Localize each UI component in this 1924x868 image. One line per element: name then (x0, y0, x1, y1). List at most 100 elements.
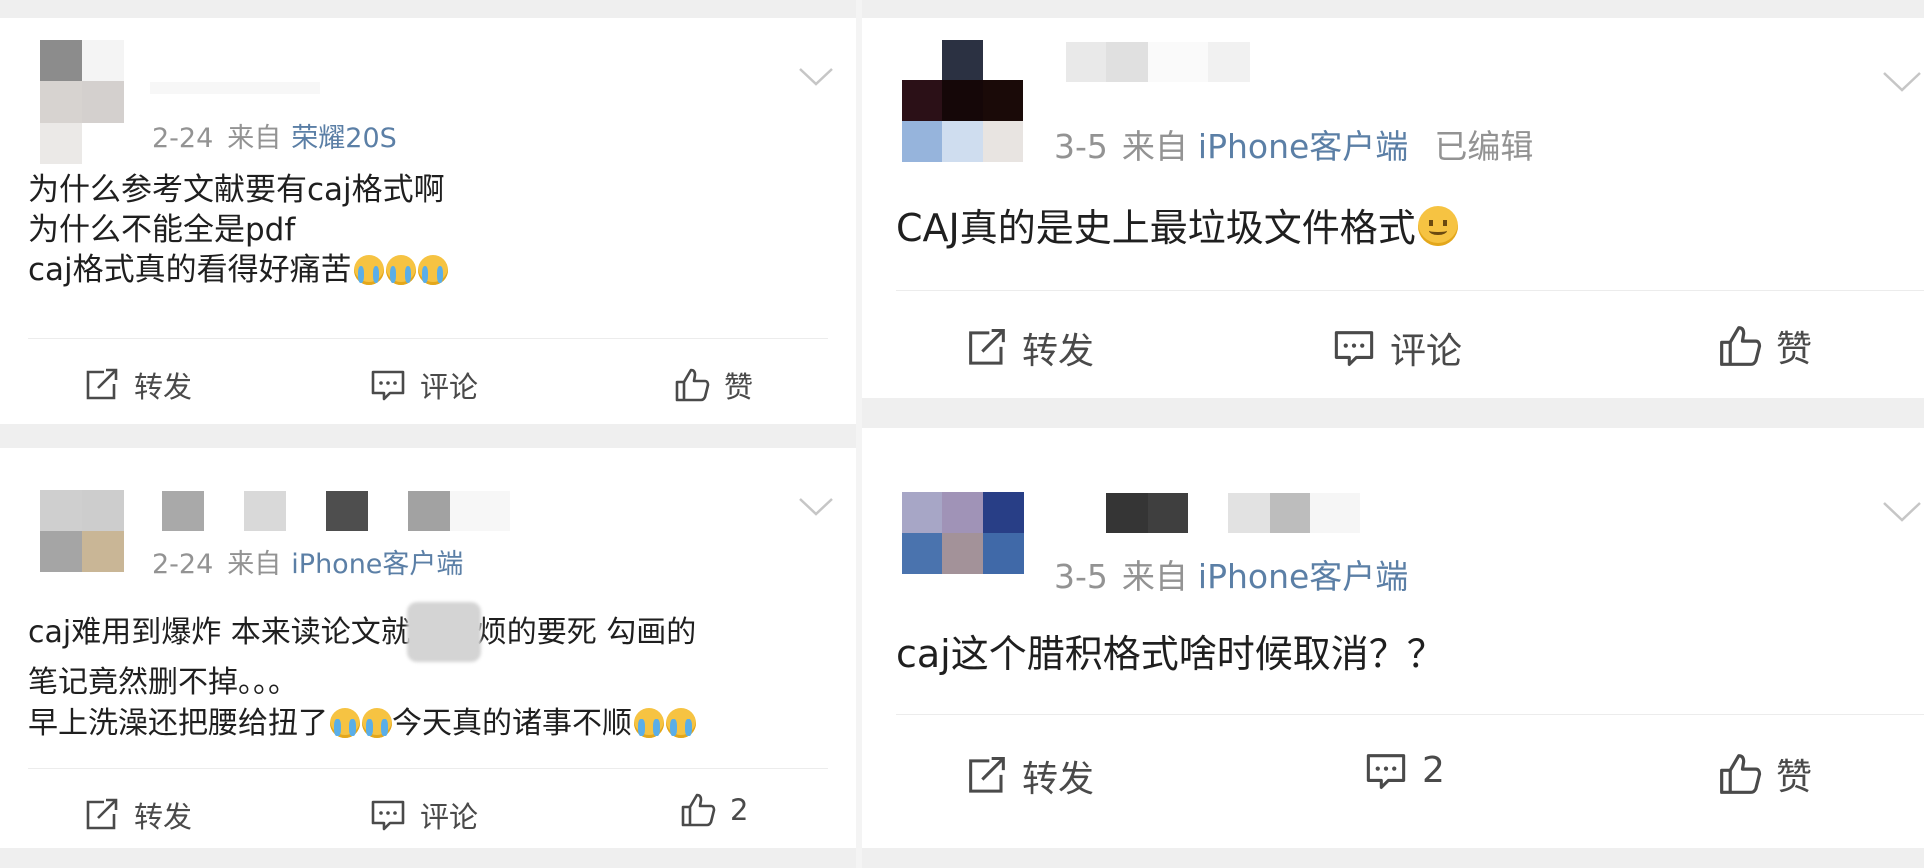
edited-label: 已编辑 (1434, 127, 1534, 166)
chevron-down-icon[interactable] (798, 496, 834, 518)
username-blurred[interactable] (150, 78, 320, 98)
comment-label: 评论 (420, 800, 479, 834)
from-label: 来自 (1121, 127, 1188, 166)
source-link[interactable]: iPhone客户端 (1198, 557, 1408, 596)
like-button[interactable]: 2 (680, 792, 748, 828)
post-date: 2-24 (152, 123, 214, 154)
repost-icon (86, 798, 118, 830)
like-count: 2 (730, 793, 749, 827)
post-text-line-text: CAJ真的是史上最垃圾文件格式 (896, 206, 1416, 250)
post-card-4: 3-5 来自 iPhone客户端 caj这个腊积格式啥时候取消？？ 转发 2 赞 (862, 428, 1924, 848)
post-text-line: caj这个腊积格式啥时候取消？？ (896, 632, 1445, 676)
post-text-line-text: 早上洗澡还把腰给扭了 (28, 706, 328, 741)
repost-button[interactable]: 转发 (966, 750, 1094, 802)
username-blurred[interactable] (1066, 40, 1250, 84)
avatar[interactable] (40, 40, 124, 164)
source-link[interactable]: iPhone客户端 (1198, 127, 1408, 166)
separator-middle-right (860, 398, 1924, 428)
post-date: 3-5 (1054, 127, 1108, 166)
repost-button[interactable]: 转发 (84, 794, 192, 836)
like-button[interactable]: 赞 (674, 364, 753, 406)
username-blurred[interactable] (1106, 492, 1360, 534)
post-text-line: 笔记竟然删不掉。。。 (28, 665, 298, 700)
comment-button[interactable]: 评论 (370, 364, 478, 406)
from-label: 来自 (227, 123, 282, 154)
comment-button[interactable]: 评论 (1332, 322, 1462, 374)
like-label: 赞 (724, 370, 754, 404)
post-content: caj这个腊积格式啥时候取消？？ (896, 630, 1445, 678)
divider (28, 338, 828, 339)
crying-face-emoji (353, 255, 384, 285)
divider (28, 768, 828, 769)
like-label: 赞 (1776, 757, 1813, 798)
from-label: 来自 (1121, 557, 1188, 596)
comment-button[interactable]: 2 (1364, 750, 1445, 791)
crying-face-emoji (362, 708, 392, 738)
repost-label: 转发 (134, 800, 193, 834)
chevron-down-icon[interactable] (798, 66, 834, 88)
post-meta: 3-5 来自 iPhone客户端 (1054, 550, 1408, 598)
post-text-line: 早上洗澡还把腰给扭了 今天真的诸事不顺 (28, 703, 696, 744)
avatar[interactable] (902, 492, 1024, 574)
crying-face-emoji (666, 708, 696, 738)
comment-label: 评论 (420, 370, 479, 404)
separator-middle-left (0, 424, 860, 448)
comment-label: 评论 (1390, 331, 1463, 372)
repost-label: 转发 (1022, 759, 1095, 800)
like-icon (1720, 326, 1762, 366)
post-card-3: 2-24 来自 iPhone客户端 caj难用到爆炸 本来读论文就 烦的要死 勾画的 … (0, 448, 856, 848)
repost-button[interactable]: 转发 (966, 322, 1094, 374)
divider (896, 714, 1924, 715)
source-link[interactable]: iPhone客户端 (291, 549, 463, 580)
repost-label: 转发 (1022, 331, 1095, 372)
comment-icon (371, 370, 405, 401)
post-text-line-text: caj格式真的看得好痛苦 (28, 252, 352, 288)
post-date: 3-5 (1054, 557, 1108, 596)
post-text-line: caj格式真的看得好痛苦 (28, 250, 448, 290)
post-text-line-text: caj难用到爆炸 本来读论文就 (28, 615, 411, 650)
separator-top (0, 0, 1924, 18)
repost-button[interactable]: 转发 (84, 364, 192, 406)
post-card-1: 2-24 来自 荣耀20S 为什么参考文献要有caj格式啊 为什么不能全是pdf c… (0, 18, 856, 424)
post-text-line-text: 今天真的诸事不顺 (392, 706, 632, 741)
repost-label: 转发 (134, 370, 193, 404)
repost-icon (86, 368, 118, 400)
like-icon (675, 368, 710, 402)
post-text-line: CAJ真的是史上最垃圾文件格式 (896, 204, 1458, 252)
chevron-down-icon[interactable] (1882, 70, 1922, 94)
post-content: CAJ真的是史上最垃圾文件格式 (896, 204, 1458, 252)
repost-icon (969, 756, 1005, 793)
username-blurred[interactable] (162, 490, 510, 532)
repost-icon (969, 328, 1005, 365)
post-meta: 3-5 来自 iPhone客户端 已编辑 (1054, 120, 1533, 168)
separator-bottom (0, 848, 1924, 868)
redacted-word (406, 602, 481, 662)
comment-count: 2 (1422, 750, 1445, 791)
crying-face-emoji (417, 255, 448, 285)
post-meta: 2-24 来自 iPhone客户端 (152, 542, 463, 581)
post-content: caj难用到爆炸 本来读论文就 烦的要死 勾画的 笔记竟然删不掉。。。 早上洗澡还… (28, 602, 696, 744)
like-icon (681, 793, 716, 827)
post-text-line: 为什么参考文献要有caj格式啊 (28, 172, 445, 208)
like-button[interactable]: 赞 (1718, 320, 1812, 372)
divider (896, 290, 1924, 291)
like-label: 赞 (1776, 329, 1813, 370)
smiling-face-emoji (1417, 206, 1458, 246)
post-content: 为什么参考文献要有caj格式啊 为什么不能全是pdf caj格式真的看得好痛苦 (28, 170, 448, 290)
source-link[interactable]: 荣耀20S (291, 123, 397, 154)
like-button[interactable]: 赞 (1718, 748, 1812, 800)
crying-face-emoji (330, 708, 360, 738)
avatar[interactable] (902, 40, 1064, 162)
avatar[interactable] (40, 490, 124, 572)
crying-face-emoji (385, 255, 416, 285)
post-card-2: 3-5 来自 iPhone客户端 已编辑 CAJ真的是史上最垃圾文件格式 转发 评论 … (862, 18, 1924, 398)
post-date: 2-24 (152, 549, 214, 580)
crying-face-emoji (634, 708, 664, 738)
comment-icon (1334, 331, 1374, 366)
post-text-line-text: 烦的要死 勾画的 (476, 615, 697, 650)
chevron-down-icon[interactable] (1882, 500, 1922, 524)
post-text-line: 为什么不能全是pdf (28, 212, 296, 248)
comment-button[interactable]: 评论 (370, 794, 478, 836)
comment-icon (371, 800, 405, 831)
comment-icon (1366, 753, 1406, 789)
